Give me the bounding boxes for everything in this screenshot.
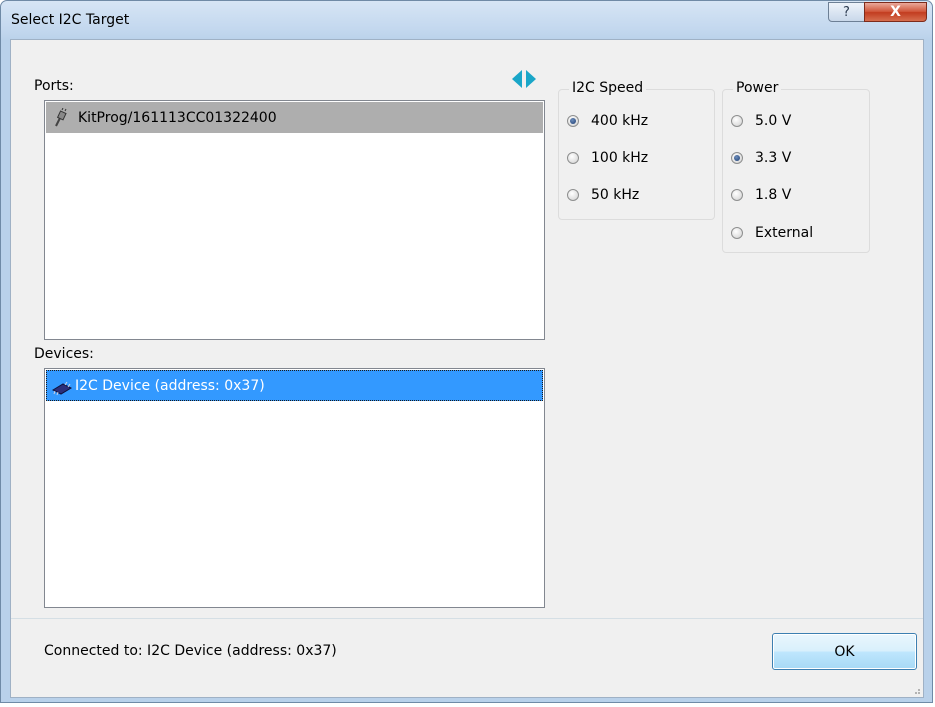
- chip-icon: [51, 376, 73, 396]
- close-button[interactable]: X: [864, 2, 927, 22]
- refresh-arrows-icon[interactable]: [508, 70, 540, 88]
- power-5v-radio[interactable]: 5.0 V: [731, 112, 791, 130]
- dialog-client-area: Ports: KitProg/161113CC01322400 Devices:: [10, 39, 924, 698]
- device-name: I2C Device (address: 0x37): [75, 377, 265, 394]
- speed-400khz-radio[interactable]: 400 kHz: [567, 112, 648, 130]
- i2c-speed-group: I2C Speed 400 kHz 100 kHz 50 kHz: [558, 80, 715, 220]
- radio-checked-icon: [567, 115, 579, 127]
- radio-unchecked-icon: [731, 115, 743, 127]
- power-option-label: External: [755, 225, 814, 241]
- resize-grip-icon[interactable]: [911, 685, 921, 695]
- devices-label: Devices:: [34, 346, 94, 362]
- help-icon: ?: [843, 4, 850, 20]
- ok-button[interactable]: OK: [772, 633, 917, 670]
- footer-separator: [11, 618, 923, 619]
- port-list-item[interactable]: KitProg/161113CC01322400: [46, 102, 543, 133]
- connection-status-text: Connected to: I2C Device (address: 0x37): [44, 643, 337, 659]
- window-title: Select I2C Target: [11, 12, 130, 28]
- speed-100khz-radio[interactable]: 100 kHz: [567, 149, 648, 167]
- devices-listbox[interactable]: I2C Device (address: 0x37): [44, 368, 545, 608]
- help-button[interactable]: ?: [828, 2, 865, 22]
- speed-option-label: 50 kHz: [591, 187, 640, 203]
- radio-unchecked-icon: [567, 189, 579, 201]
- radio-unchecked-icon: [731, 227, 743, 239]
- ports-label: Ports:: [34, 78, 74, 94]
- speed-option-label: 400 kHz: [591, 113, 649, 129]
- power-group: Power 5.0 V 3.3 V 1.8 V External: [722, 80, 870, 253]
- dialog-window: Select I2C Target ? X Ports: KitProg/161…: [0, 0, 933, 703]
- radio-unchecked-icon: [731, 189, 743, 201]
- power-option-label: 1.8 V: [755, 187, 792, 203]
- speed-50khz-radio[interactable]: 50 kHz: [567, 186, 639, 204]
- power-3v3-radio[interactable]: 3.3 V: [731, 149, 791, 167]
- port-name: KitProg/161113CC01322400: [78, 109, 277, 126]
- ports-listbox[interactable]: KitProg/161113CC01322400: [44, 100, 545, 340]
- i2c-speed-legend: I2C Speed: [569, 80, 647, 96]
- plug-icon: [50, 107, 70, 128]
- power-external-radio[interactable]: External: [731, 224, 813, 242]
- power-1v8-radio[interactable]: 1.8 V: [731, 186, 791, 204]
- power-legend: Power: [733, 80, 782, 96]
- power-option-label: 5.0 V: [755, 113, 792, 129]
- radio-checked-icon: [731, 152, 743, 164]
- speed-option-label: 100 kHz: [591, 150, 649, 166]
- title-bar[interactable]: Select I2C Target ? X: [1, 1, 932, 39]
- close-icon: X: [890, 4, 901, 20]
- power-option-label: 3.3 V: [755, 150, 792, 166]
- radio-unchecked-icon: [567, 152, 579, 164]
- device-list-item[interactable]: I2C Device (address: 0x37): [46, 370, 543, 401]
